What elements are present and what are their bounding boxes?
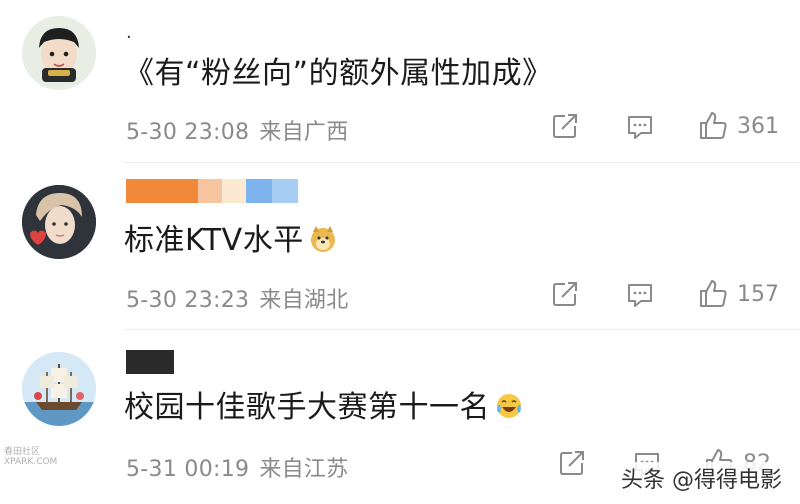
doge-emoji	[310, 226, 335, 252]
watermark-line1: 春田社区	[4, 447, 41, 457]
comment-meta: 5-31 00:19 来自江苏	[126, 451, 349, 483]
username-redacted[interactable]	[126, 350, 174, 374]
share-icon	[553, 282, 577, 306]
username[interactable]: .	[126, 22, 132, 43]
like-count: 361	[737, 113, 779, 139]
avatar[interactable]	[22, 352, 96, 426]
watermark-line2: XPARK.COM	[4, 457, 58, 467]
like-button[interactable]: 361	[697, 110, 779, 142]
comment-location: 来自湖北	[259, 288, 349, 313]
comment-text-content: 标准KTV水平	[124, 223, 304, 258]
username-bar[interactable]	[126, 179, 298, 203]
avatar[interactable]	[22, 16, 96, 90]
reply-button[interactable]	[626, 281, 654, 309]
author-watermark: 头条 @得得电影	[617, 462, 786, 494]
comment-item-2: 标准KTV水平 5-30 23:23 来自湖北 157	[0, 163, 800, 329]
comment-item-1: . 《有“粉丝向”的额外属性加成》 5-30 23:08 来自广西 361	[0, 0, 800, 162]
like-icon	[700, 112, 727, 139]
share-icon	[560, 451, 584, 475]
avatar[interactable]	[22, 185, 96, 259]
like-icon	[700, 280, 727, 307]
share-icon	[553, 114, 577, 138]
comment-time: 5-30 23:08	[126, 120, 250, 145]
comment-text: 标准KTV水平	[124, 223, 338, 259]
laugh-cry-emoji	[497, 394, 521, 418]
comment-text: 《有“粉丝向”的额外属性加成》	[124, 56, 553, 91]
comment-icon	[628, 284, 652, 307]
comment-location: 来自江苏	[259, 457, 349, 482]
reply-button[interactable]	[626, 113, 654, 141]
share-button[interactable]	[551, 280, 579, 308]
comment-meta: 5-30 23:23 来自湖北	[126, 282, 349, 314]
comment-location: 来自广西	[259, 120, 349, 145]
comment-icon	[628, 116, 652, 139]
comment-text-content: 校园十佳歌手大赛第十一名	[124, 390, 490, 425]
share-button[interactable]	[558, 449, 586, 477]
like-count: 157	[737, 281, 779, 307]
comment-time: 5-31 00:19	[126, 457, 250, 482]
site-watermark: 春田社区 XPARK.COM	[4, 447, 57, 467]
comment-meta: 5-30 23:08 来自广西	[126, 114, 349, 146]
comment-text: 校园十佳歌手大赛第十一名	[124, 390, 524, 426]
like-button[interactable]: 157	[697, 278, 779, 310]
share-button[interactable]	[551, 112, 579, 140]
comment-time: 5-30 23:23	[126, 288, 250, 313]
